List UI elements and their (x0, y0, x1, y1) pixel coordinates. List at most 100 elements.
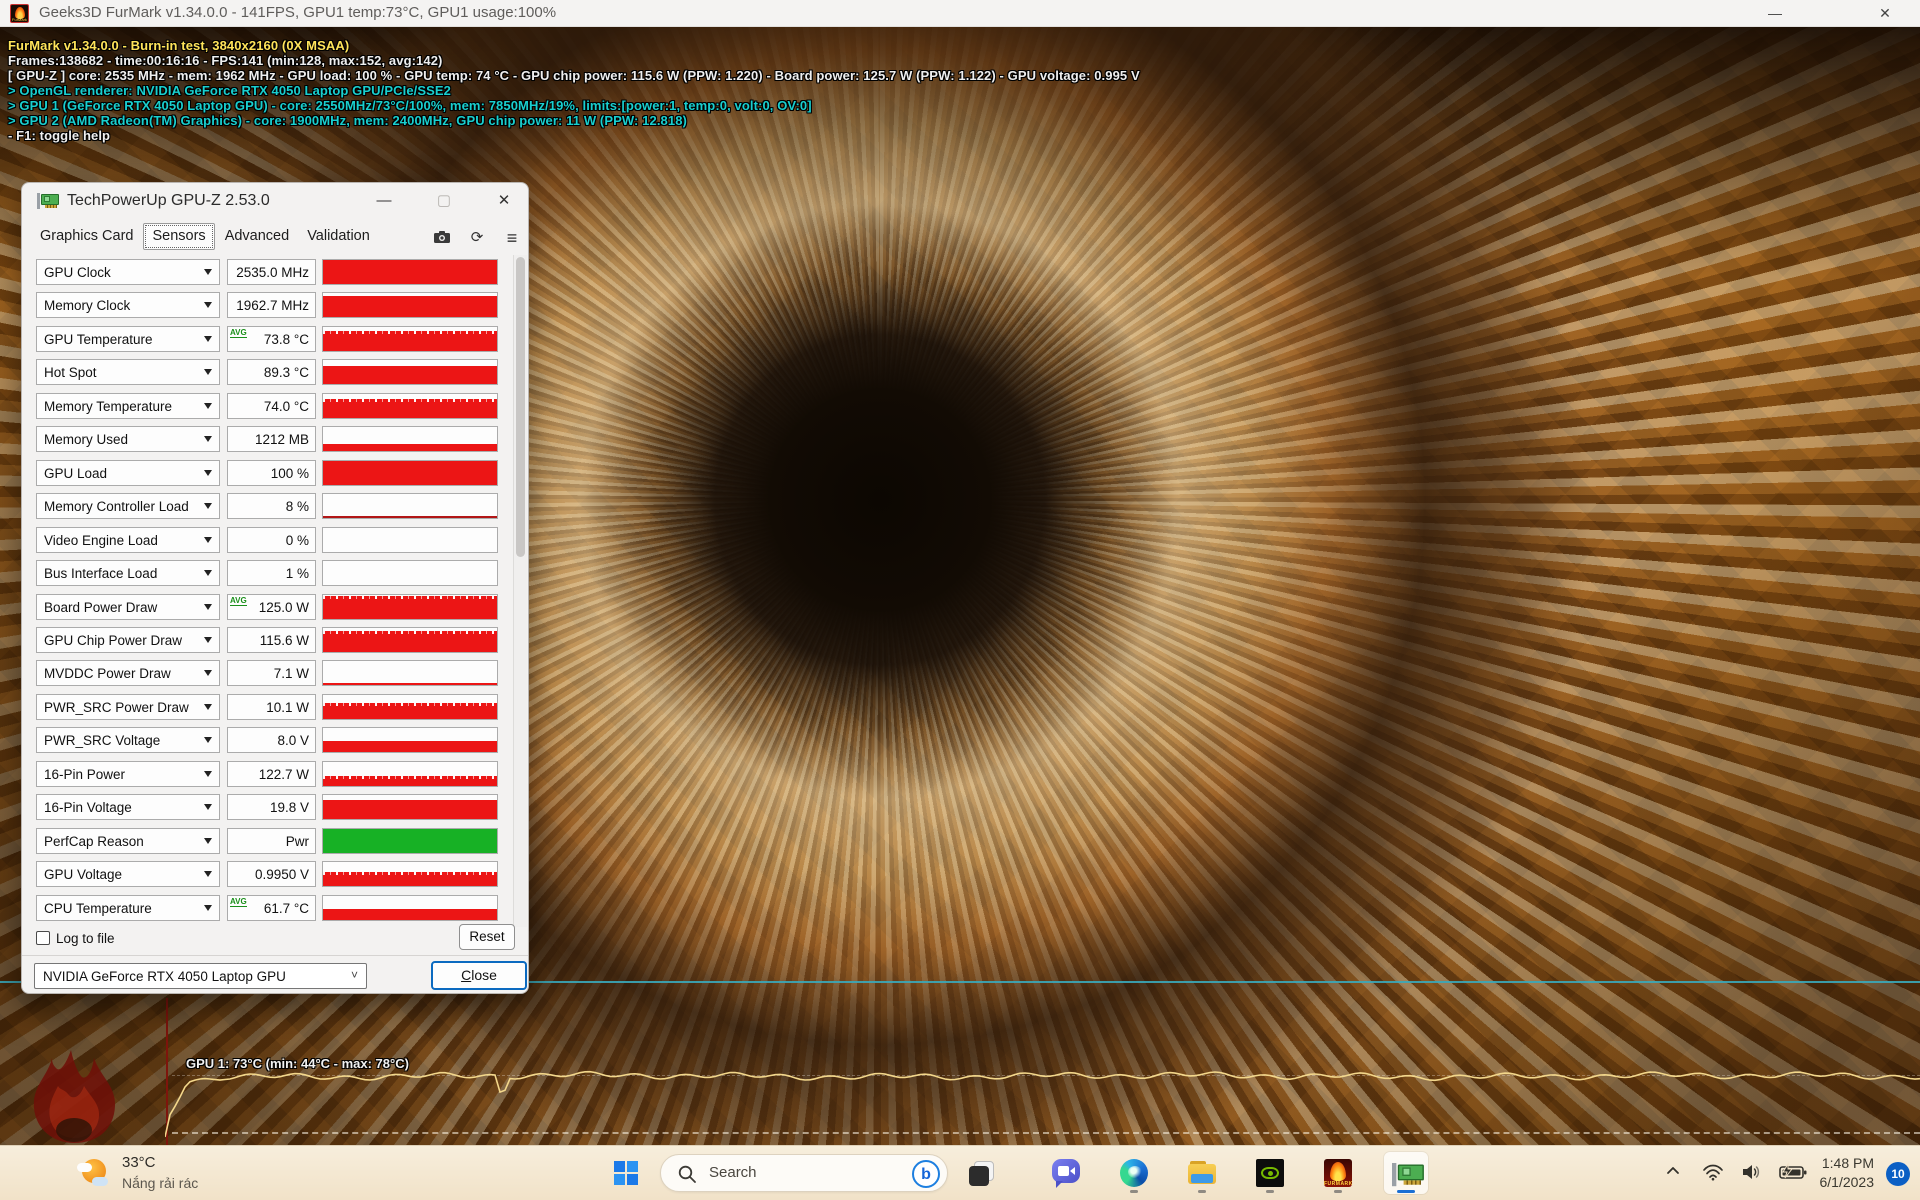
sensor-label: CPU Temperature (44, 901, 152, 916)
sensor-select-gpu-temperature[interactable]: GPU Temperature (36, 326, 220, 352)
dropdown-arrow-icon (204, 670, 212, 676)
device-select[interactable]: NVIDIA GeForce RTX 4050 Laptop GPU ˅ (34, 963, 367, 989)
dropdown-arrow-icon (204, 838, 212, 844)
sensor-select-16-pin-power[interactable]: 16-Pin Power (36, 761, 220, 787)
log-to-file-row[interactable]: Log to file (36, 930, 115, 950)
volume-icon[interactable] (1740, 1162, 1762, 1187)
gpu-temperature-graph (165, 1033, 1920, 1145)
menu-icon[interactable]: ≡ (500, 227, 524, 249)
chevron-down-icon: ˅ (351, 968, 358, 982)
sensor-select-board-power-draw[interactable]: Board Power Draw (36, 594, 220, 620)
osd-line: - F1: toggle help (8, 128, 1140, 143)
file-explorer-button[interactable] (1180, 1152, 1224, 1194)
sensor-select-gpu-clock[interactable]: GPU Clock (36, 259, 220, 285)
gpuz-minimize-button[interactable]: — (364, 187, 404, 215)
sensor-select-video-engine-load[interactable]: Video Engine Load (36, 527, 220, 553)
taskbar: 33°C Nắng rải rác Search b (0, 1145, 1920, 1200)
sensor-select-cpu-temperature[interactable]: CPU Temperature (36, 895, 220, 921)
sensor-select-memory-used[interactable]: Memory Used (36, 426, 220, 452)
sensor-row: 16-Pin Voltage19.8 V (22, 794, 528, 820)
sensor-value-box: 122.7 W (227, 761, 316, 787)
sensor-value: 74.0 °C (264, 399, 309, 414)
notification-badge[interactable]: 10 (1886, 1162, 1910, 1186)
sensor-history-bar (322, 828, 498, 854)
search-input[interactable]: Search b (660, 1154, 948, 1192)
clock[interactable]: 1:48 PM 6/1/2023 (1820, 1154, 1875, 1192)
gpuz-app-button[interactable] (1384, 1152, 1428, 1194)
sensor-row: Memory Temperature 74.0 °C (22, 393, 528, 419)
wifi-icon[interactable] (1702, 1162, 1724, 1187)
gpuz-maximize-button: ▢ (424, 187, 464, 215)
dropdown-arrow-icon (204, 570, 212, 576)
sensor-history-bar (322, 493, 498, 519)
sensor-value: 61.7 °C (264, 901, 309, 916)
sensor-row: PWR_SRC Power Draw10.1 W (22, 694, 528, 720)
chat-button[interactable] (1044, 1152, 1088, 1194)
sensor-select-bus-interface-load[interactable]: Bus Interface Load (36, 560, 220, 586)
osd-line: > OpenGL renderer: NVIDIA GeForce RTX 40… (8, 83, 1140, 98)
sensor-value-box: 1962.7 MHz (227, 292, 316, 318)
sensor-row: Memory Clock 1962.7 MHz (22, 292, 528, 318)
sensor-label: GPU Temperature (44, 332, 153, 347)
sensor-select-memory-temperature[interactable]: Memory Temperature (36, 393, 220, 419)
furmark-window-title: Geeks3D FurMark v1.34.0.0 - 141FPS, GPU1… (39, 4, 556, 21)
sensor-label: PWR_SRC Power Draw (44, 700, 189, 715)
screenshot-camera-icon[interactable] (430, 227, 454, 249)
sensor-row: GPU Voltage 0.9950 V (22, 861, 528, 887)
sensor-history-bar (322, 393, 498, 419)
dropdown-arrow-icon (204, 905, 212, 911)
gpuz-close-button[interactable]: ✕ (484, 187, 524, 215)
dropdown-arrow-icon (204, 503, 212, 509)
search-icon (677, 1164, 697, 1189)
sensor-select-hot-spot[interactable]: Hot Spot (36, 359, 220, 385)
scrollbar-thumb[interactable] (516, 257, 525, 557)
osd-line: FurMark v1.34.0.0 - Burn-in test, 3840x2… (8, 38, 1140, 53)
sensor-select-gpu-voltage[interactable]: GPU Voltage (36, 861, 220, 887)
refresh-icon[interactable]: ⟳ (465, 227, 489, 249)
sensor-value: 1962.7 MHz (236, 298, 309, 313)
nvidia-app-button[interactable] (1248, 1152, 1292, 1194)
tab-graphics-card[interactable]: Graphics Card (32, 224, 141, 249)
gpuz-icon (1392, 1163, 1424, 1186)
furmark-app-button[interactable]: FURMARK (1316, 1152, 1360, 1194)
start-button[interactable] (604, 1152, 648, 1194)
gpuz-titlebar[interactable]: TechPowerUp GPU-Z 2.53.0 — ▢ ✕ (22, 183, 528, 221)
log-to-file-checkbox[interactable] (36, 931, 50, 945)
osd-line: > GPU 2 (AMD Radeon(TM) Graphics) - core… (8, 113, 1140, 128)
sensor-label: 16-Pin Voltage (44, 800, 132, 815)
battery-charging-icon[interactable] (1778, 1162, 1808, 1187)
sensor-value: 115.6 W (260, 633, 309, 648)
sensor-select-gpu-chip-power-draw[interactable]: GPU Chip Power Draw (36, 627, 220, 653)
furmark-minimize-button[interactable]: — (1752, 0, 1798, 27)
sensor-select-perfcap-reason[interactable]: PerfCap Reason (36, 828, 220, 854)
sensor-scrollbar[interactable] (513, 255, 527, 927)
tray-overflow-chevron-icon[interactable] (1664, 1162, 1682, 1185)
edge-browser-button[interactable] (1112, 1152, 1156, 1194)
close-button[interactable]: Close (431, 961, 527, 990)
sensor-select-pwr-src-voltage[interactable]: PWR_SRC Voltage (36, 727, 220, 753)
sensor-select-pwr-src-power-draw[interactable]: PWR_SRC Power Draw (36, 694, 220, 720)
sensor-history-bar (322, 794, 498, 820)
sensor-select-16-pin-voltage[interactable]: 16-Pin Voltage (36, 794, 220, 820)
chat-icon (1052, 1159, 1080, 1183)
sensor-select-memory-controller-load[interactable]: Memory Controller Load (36, 493, 220, 519)
sensor-value-box: 0.9950 V (227, 861, 316, 887)
sensor-select-gpu-load[interactable]: GPU Load (36, 460, 220, 486)
task-view-button[interactable] (962, 1152, 1006, 1194)
furmark-close-button[interactable]: ✕ (1862, 0, 1908, 27)
gpu-temperature-graph-label: GPU 1: 73°C (min: 44°C - max: 78°C) (186, 1056, 409, 1071)
dropdown-arrow-icon (204, 369, 212, 375)
sensor-row: GPU TemperatureAVG73.8 °C (22, 326, 528, 352)
tab-sensors[interactable]: Sensors (143, 223, 214, 250)
gpuz-app-icon (37, 193, 59, 209)
weather-widget[interactable]: 33°C Nắng rải rác (14, 1151, 224, 1196)
reset-button[interactable]: Reset (459, 924, 515, 950)
sensor-select-memory-clock[interactable]: Memory Clock (36, 292, 220, 318)
bing-chat-icon[interactable]: b (912, 1160, 940, 1188)
device-select-value: NVIDIA GeForce RTX 4050 Laptop GPU (43, 969, 286, 984)
sensor-label: MVDDC Power Draw (44, 666, 171, 681)
sensor-select-mvddc-power-draw[interactable]: MVDDC Power Draw (36, 660, 220, 686)
tab-validation[interactable]: Validation (299, 224, 378, 249)
tab-advanced[interactable]: Advanced (217, 224, 298, 249)
dropdown-arrow-icon (204, 704, 212, 710)
